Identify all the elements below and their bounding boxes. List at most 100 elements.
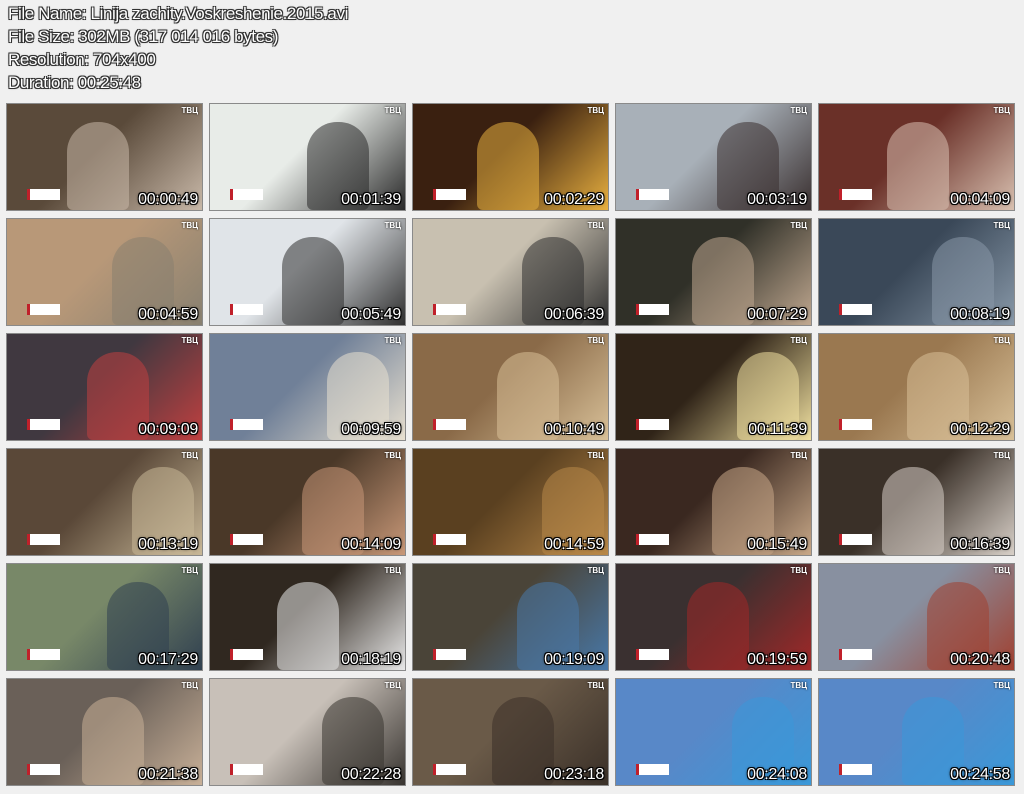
video-thumbnail[interactable]: ТВЦ 00:24:08 xyxy=(615,678,812,786)
video-thumbnail[interactable]: ТВЦ 00:14:09 xyxy=(209,448,406,556)
video-thumbnail[interactable]: ТВЦ 00:11:39 xyxy=(615,333,812,441)
thumbnail-timestamp: 00:22:28 xyxy=(341,766,401,783)
channel-logo: ТВЦ xyxy=(790,221,807,230)
channel-logo: ТВЦ xyxy=(790,106,807,115)
channel-logo: ТВЦ xyxy=(993,681,1010,690)
channel-logo: ТВЦ xyxy=(384,451,401,460)
thumbnail-timestamp: 00:24:08 xyxy=(747,766,807,783)
thumbnail-timestamp: 00:04:59 xyxy=(138,306,198,323)
program-logo xyxy=(839,764,872,775)
thumbnail-timestamp: 00:23:18 xyxy=(544,766,604,783)
program-logo xyxy=(839,534,872,545)
thumbnail-timestamp: 00:13:19 xyxy=(138,536,198,553)
thumbnail-timestamp: 00:12:29 xyxy=(950,421,1010,438)
channel-logo: ТВЦ xyxy=(993,336,1010,345)
program-logo xyxy=(839,649,872,660)
video-thumbnail[interactable]: ТВЦ 00:14:59 xyxy=(412,448,609,556)
video-thumbnail[interactable]: ТВЦ 00:08:19 xyxy=(818,218,1015,326)
video-thumbnail[interactable]: ТВЦ 00:13:19 xyxy=(6,448,203,556)
thumbnail-timestamp: 00:02:29 xyxy=(544,191,604,208)
program-logo xyxy=(433,189,466,200)
video-thumbnail[interactable]: ТВЦ 00:05:49 xyxy=(209,218,406,326)
thumbnail-timestamp: 00:08:19 xyxy=(950,306,1010,323)
video-thumbnail[interactable]: ТВЦ 00:01:39 xyxy=(209,103,406,211)
video-thumbnail[interactable]: ТВЦ 00:24:58 xyxy=(818,678,1015,786)
video-thumbnail[interactable]: ТВЦ 00:17:29 xyxy=(6,563,203,671)
thumbnail-timestamp: 00:17:29 xyxy=(138,651,198,668)
thumbnail-timestamp: 00:14:09 xyxy=(341,536,401,553)
channel-logo: ТВЦ xyxy=(587,451,604,460)
channel-logo: ТВЦ xyxy=(993,451,1010,460)
thumbnail-timestamp: 00:05:49 xyxy=(341,306,401,323)
thumbnail-timestamp: 00:16:39 xyxy=(950,536,1010,553)
channel-logo: ТВЦ xyxy=(181,221,198,230)
frame-subject xyxy=(687,582,749,670)
program-logo xyxy=(230,764,263,775)
program-logo xyxy=(230,189,263,200)
thumbnail-timestamp: 00:00:49 xyxy=(138,191,198,208)
video-thumbnail[interactable]: ТВЦ 00:00:49 xyxy=(6,103,203,211)
video-thumbnail[interactable]: ТВЦ 00:04:09 xyxy=(818,103,1015,211)
program-logo xyxy=(636,649,669,660)
video-thumbnail[interactable]: ТВЦ 00:12:29 xyxy=(818,333,1015,441)
thumbnail-timestamp: 00:10:49 xyxy=(544,421,604,438)
video-thumbnail[interactable]: ТВЦ 00:21:38 xyxy=(6,678,203,786)
program-logo xyxy=(230,534,263,545)
video-thumbnail[interactable]: ТВЦ 00:23:18 xyxy=(412,678,609,786)
program-logo xyxy=(839,419,872,430)
frame-subject xyxy=(82,697,144,785)
frame-subject xyxy=(692,237,754,325)
channel-logo: ТВЦ xyxy=(790,451,807,460)
channel-logo: ТВЦ xyxy=(790,681,807,690)
channel-logo: ТВЦ xyxy=(587,221,604,230)
channel-logo: ТВЦ xyxy=(587,106,604,115)
frame-subject xyxy=(67,122,129,210)
video-thumbnail[interactable]: ТВЦ 00:06:39 xyxy=(412,218,609,326)
program-logo xyxy=(230,419,263,430)
video-thumbnail[interactable]: ТВЦ 00:07:29 xyxy=(615,218,812,326)
program-logo xyxy=(636,189,669,200)
video-thumbnail[interactable]: ТВЦ 00:03:19 xyxy=(615,103,812,211)
channel-logo: ТВЦ xyxy=(993,566,1010,575)
video-thumbnail[interactable]: ТВЦ 00:04:59 xyxy=(6,218,203,326)
channel-logo: ТВЦ xyxy=(790,336,807,345)
channel-logo: ТВЦ xyxy=(993,106,1010,115)
video-thumbnail[interactable]: ТВЦ 00:16:39 xyxy=(818,448,1015,556)
video-thumbnail[interactable]: ТВЦ 00:02:29 xyxy=(412,103,609,211)
thumbnail-timestamp: 00:01:39 xyxy=(341,191,401,208)
program-logo xyxy=(636,534,669,545)
thumbnail-timestamp: 00:09:09 xyxy=(138,421,198,438)
thumbnail-timestamp: 00:14:59 xyxy=(544,536,604,553)
thumbnail-timestamp: 00:11:39 xyxy=(748,421,807,438)
video-thumbnail[interactable]: ТВЦ 00:20:48 xyxy=(818,563,1015,671)
video-thumbnail[interactable]: ТВЦ 00:09:09 xyxy=(6,333,203,441)
thumbnail-timestamp: 00:06:39 xyxy=(544,306,604,323)
channel-logo: ТВЦ xyxy=(384,106,401,115)
thumbnail-timestamp: 00:04:09 xyxy=(950,191,1010,208)
program-logo xyxy=(433,534,466,545)
video-thumbnail[interactable]: ТВЦ 00:19:09 xyxy=(412,563,609,671)
thumbnail-timestamp: 00:07:29 xyxy=(747,306,807,323)
thumbnail-timestamp: 00:19:09 xyxy=(544,651,604,668)
video-thumbnail[interactable]: ТВЦ 00:15:49 xyxy=(615,448,812,556)
video-thumbnail[interactable]: ТВЦ 00:22:28 xyxy=(209,678,406,786)
video-thumbnail[interactable]: ТВЦ 00:19:59 xyxy=(615,563,812,671)
video-thumbnail[interactable]: ТВЦ 00:09:59 xyxy=(209,333,406,441)
program-logo xyxy=(433,419,466,430)
thumbnail-timestamp: 00:03:19 xyxy=(747,191,807,208)
video-thumbnail[interactable]: ТВЦ 00:18:19 xyxy=(209,563,406,671)
channel-logo: ТВЦ xyxy=(587,336,604,345)
channel-logo: ТВЦ xyxy=(181,681,198,690)
program-logo xyxy=(27,304,60,315)
thumbnail-timestamp: 00:18:19 xyxy=(341,651,401,668)
program-logo xyxy=(433,304,466,315)
video-thumbnail[interactable]: ТВЦ 00:10:49 xyxy=(412,333,609,441)
channel-logo: ТВЦ xyxy=(384,681,401,690)
program-logo xyxy=(27,534,60,545)
channel-logo: ТВЦ xyxy=(384,336,401,345)
channel-logo: ТВЦ xyxy=(384,221,401,230)
thumbnail-timestamp: 00:24:58 xyxy=(950,766,1010,783)
channel-logo: ТВЦ xyxy=(181,106,198,115)
channel-logo: ТВЦ xyxy=(587,681,604,690)
program-logo xyxy=(433,649,466,660)
